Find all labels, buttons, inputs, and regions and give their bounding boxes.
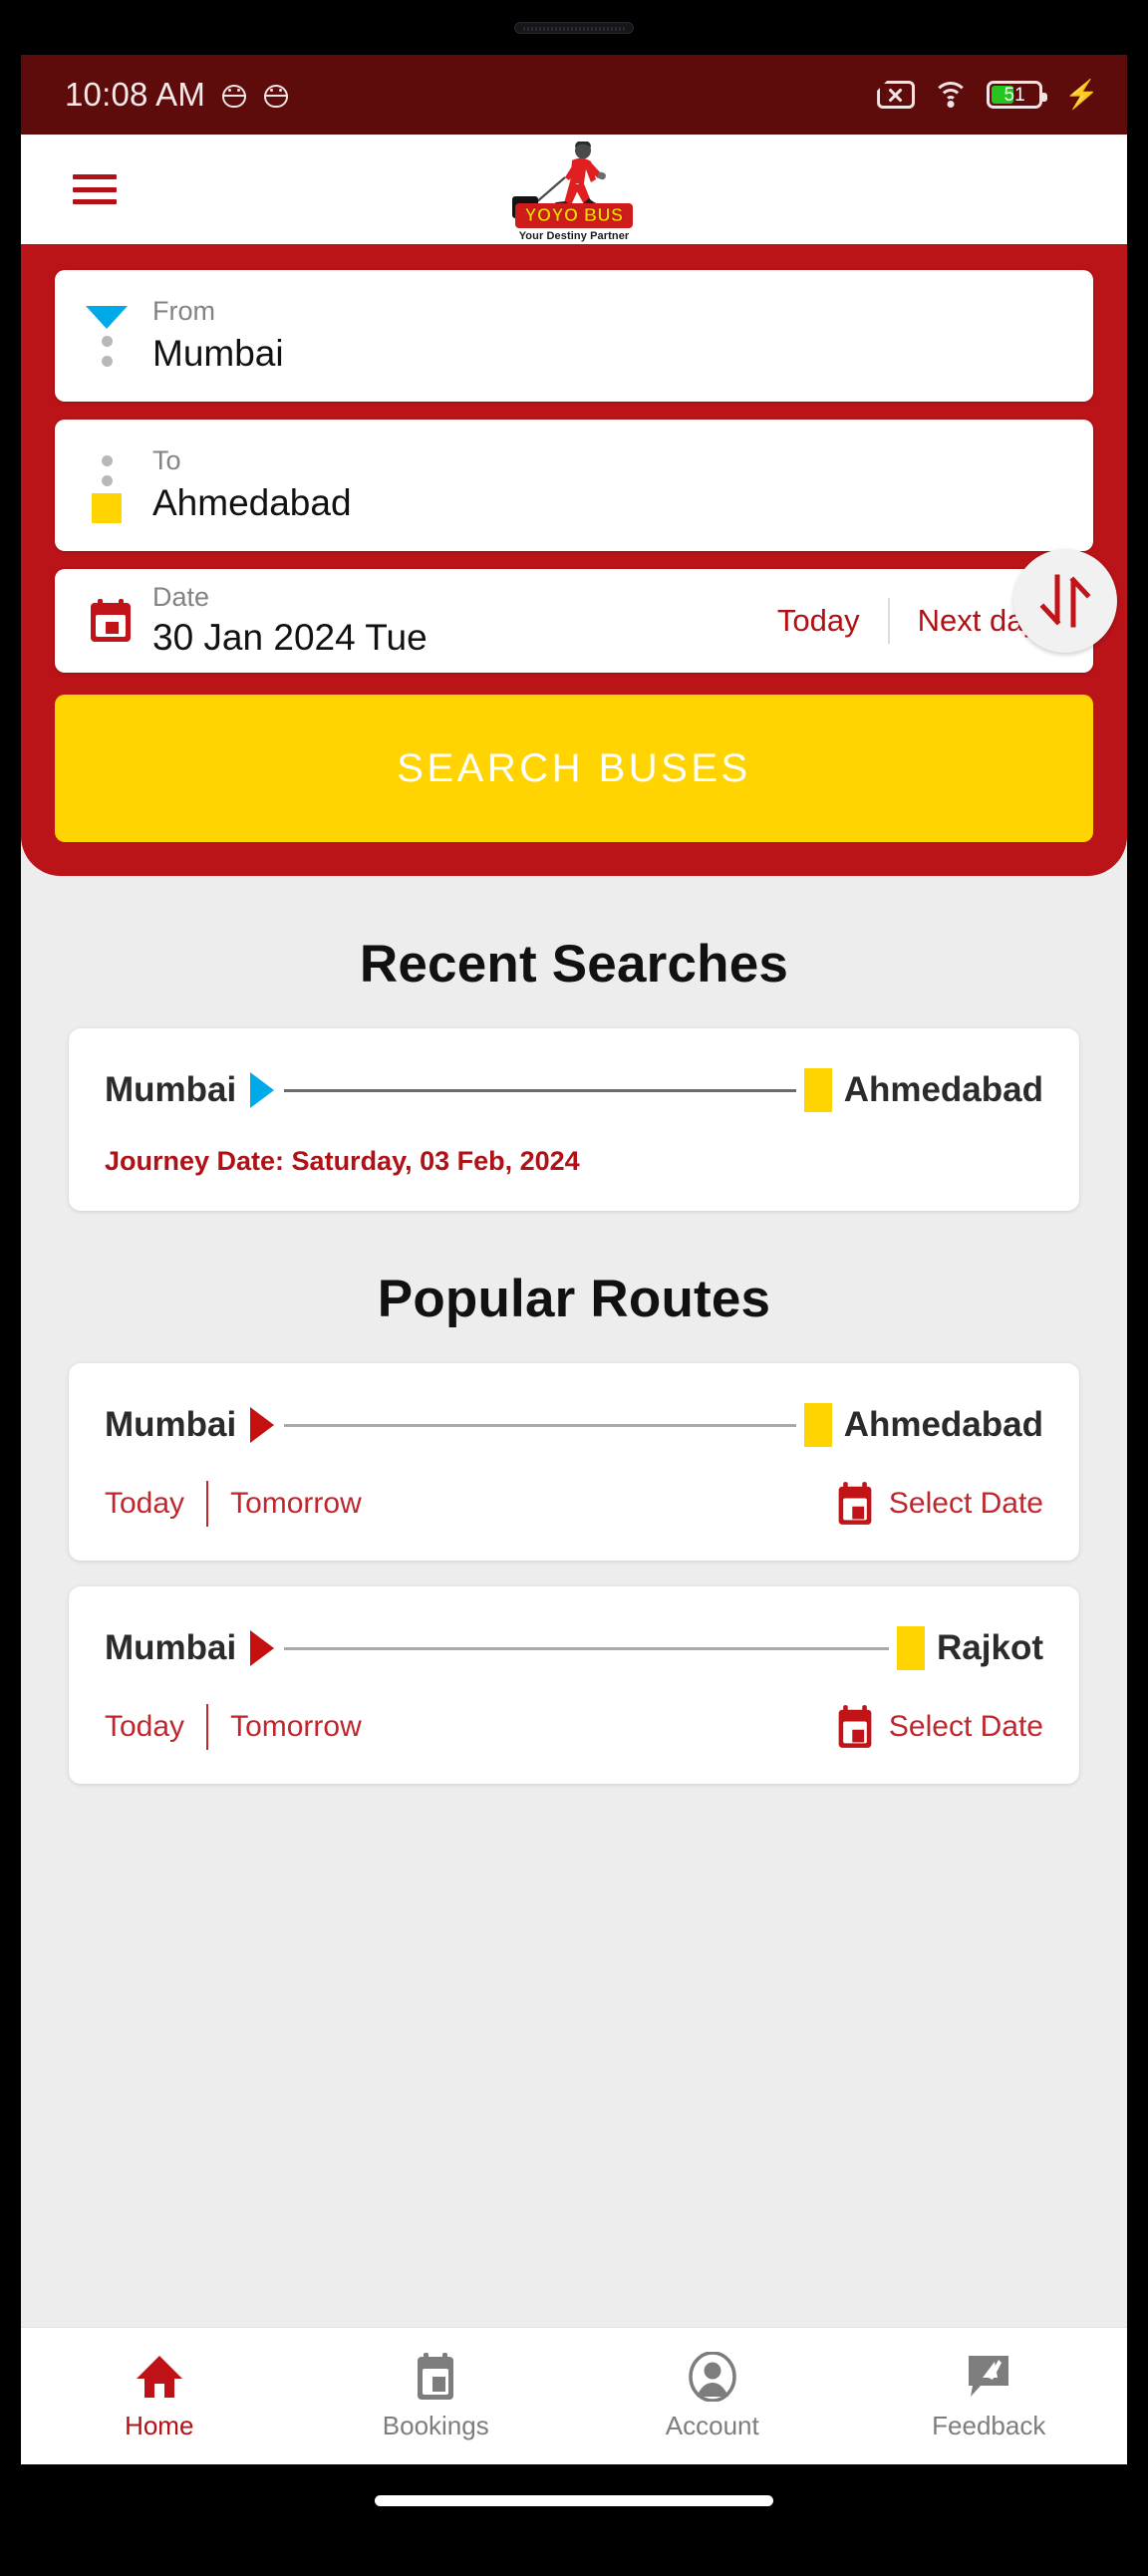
popular-route-card[interactable]: Mumbai Rajkot Today Tomorrow Select Date (69, 1586, 1079, 1784)
blue-triangle-marker-icon (86, 305, 128, 329)
yellow-square-marker-icon (92, 492, 122, 523)
no-sim-icon (877, 81, 916, 109)
tomorrow-button[interactable]: Tomorrow (230, 1710, 362, 1744)
today-button[interactable]: Today (105, 1710, 184, 1744)
from-field[interactable]: From Mumbai (55, 270, 1093, 402)
tomorrow-button[interactable]: Tomorrow (230, 1487, 362, 1521)
status-clock: 10:08 AM (65, 76, 206, 113)
route-actions: Today Tomorrow Select Date (105, 1481, 1043, 1527)
nav-item-bookings[interactable]: Bookings (298, 2351, 575, 2441)
android-notification-icon (221, 82, 247, 108)
route-line: Mumbai Ahmedabad (105, 1068, 1043, 1112)
recent-origin: Mumbai (105, 1070, 237, 1109)
nav-label-home: Home (125, 2411, 194, 2440)
nav-item-account[interactable]: Account (574, 2351, 851, 2441)
recent-search-card[interactable]: Mumbai Ahmedabad Journey Date: Saturday,… (69, 1028, 1079, 1211)
logo-wordmark: YOYO BUS (515, 203, 633, 228)
recent-searches-title: Recent Searches (359, 935, 789, 994)
hamburger-menu-icon[interactable] (73, 174, 117, 204)
nav-label-bookings: Bookings (382, 2411, 489, 2440)
bottom-navigation-bar: Home Bookings Account Feedback (21, 2327, 1127, 2464)
search-buses-label: SEARCH BUSES (397, 745, 751, 790)
select-date-button[interactable]: Select Date (835, 1481, 1043, 1527)
route-dash-line (284, 1423, 796, 1427)
from-value: Mumbai (152, 332, 284, 374)
route-actions: Today Tomorrow Select Date (105, 1704, 1043, 1750)
direction-arrow-icon (250, 1630, 275, 1666)
date-label: Date (152, 581, 210, 612)
phone-notch-speaker (514, 22, 634, 34)
direction-arrow-icon (250, 1407, 275, 1443)
calendar-icon (91, 599, 131, 642)
wifi-icon (933, 81, 970, 109)
route-dash-line (284, 1646, 890, 1650)
today-button[interactable]: Today (749, 603, 888, 639)
select-date-label: Select Date (888, 1487, 1043, 1520)
route-line: Mumbai Rajkot (105, 1626, 1043, 1670)
quick-date-divider (206, 1481, 209, 1527)
destination-marker-icon (803, 1068, 832, 1112)
from-label: From (152, 295, 215, 326)
route-line: Mumbai Ahmedabad (105, 1403, 1043, 1447)
to-value: Ahmedabad (152, 481, 352, 523)
date-value: 30 Jan 2024 Tue (152, 616, 428, 658)
popular-destination: Rajkot (937, 1628, 1043, 1667)
popular-destination: Ahmedabad (843, 1405, 1043, 1444)
quick-dates: Today Tomorrow (105, 1481, 362, 1527)
speaker-grill (523, 27, 625, 31)
popular-route-card[interactable]: Mumbai Ahmedabad Today Tomorrow Select D… (69, 1363, 1079, 1561)
nav-item-feedback[interactable]: Feedback (851, 2351, 1128, 2441)
direction-arrow-icon (250, 1072, 275, 1108)
nav-label-account: Account (665, 2411, 759, 2440)
popular-origin: Mumbai (105, 1405, 237, 1444)
calendar-icon-wrap (83, 598, 139, 644)
calendar-icon (838, 1705, 872, 1748)
route-dash-line (284, 1088, 796, 1092)
phone-screen: 10:08 AM 51 ⚡ YOYO BUS Your Destiny Part… (21, 55, 1127, 2464)
date-texts: Date 30 Jan 2024 Tue (152, 581, 749, 659)
quick-date-divider (206, 1704, 209, 1750)
logo-name-text: YOYO BUS (524, 205, 624, 225)
destination-marker-icon (897, 1626, 926, 1670)
account-icon (687, 2351, 738, 2403)
bookings-icon (410, 2351, 461, 2403)
select-date-label: Select Date (888, 1710, 1043, 1743)
to-label: To (152, 444, 181, 475)
app-bar: YOYO BUS Your Destiny Partner (21, 135, 1127, 244)
battery-icon: 51 (987, 81, 1048, 109)
date-field[interactable]: Date 30 Jan 2024 Tue Today Next day (55, 569, 1093, 673)
destination-marker-icon (803, 1403, 832, 1447)
search-panel: From Mumbai To Ahmedabad Date 30 Jan 202… (21, 244, 1127, 876)
nav-item-home[interactable]: Home (21, 2351, 298, 2441)
status-bar-right: 51 ⚡ (877, 81, 1099, 109)
logo-tagline-text: Your Destiny Partner (518, 230, 630, 242)
charging-bolt-icon: ⚡ (1064, 79, 1099, 110)
to-field[interactable]: To Ahmedabad (55, 420, 1093, 551)
search-buses-button[interactable]: SEARCH BUSES (55, 695, 1093, 842)
nav-label-feedback: Feedback (932, 2411, 1046, 2440)
home-indicator (375, 2495, 773, 2506)
app-logo: YOYO BUS Your Destiny Partner (489, 139, 659, 242)
status-bar-left: 10:08 AM (65, 76, 289, 114)
today-button[interactable]: Today (105, 1487, 184, 1521)
home-icon (134, 2351, 185, 2403)
recent-journey-date: Journey Date: Saturday, 03 Feb, 2024 (105, 1146, 580, 1176)
select-date-button[interactable]: Select Date (835, 1704, 1043, 1750)
calendar-icon (838, 1482, 872, 1525)
quick-dates: Today Tomorrow (105, 1704, 362, 1750)
status-bar: 10:08 AM 51 ⚡ (21, 55, 1127, 135)
popular-origin: Mumbai (105, 1628, 237, 1667)
route-dots-icon (101, 335, 113, 367)
swap-locations-button[interactable] (1013, 549, 1117, 653)
route-dots-icon (101, 454, 113, 486)
battery-level-label: 51 (1004, 84, 1025, 106)
popular-routes-title: Popular Routes (377, 1270, 771, 1328)
recent-destination: Ahmedabad (843, 1070, 1043, 1109)
to-marker (85, 420, 129, 551)
phone-frame: 10:08 AM 51 ⚡ YOYO BUS Your Destiny Part… (0, 0, 1148, 2576)
feedback-icon (963, 2351, 1014, 2403)
swap-vertical-icon (1039, 574, 1091, 628)
android-notification-icon (263, 82, 289, 108)
from-marker (85, 270, 129, 402)
